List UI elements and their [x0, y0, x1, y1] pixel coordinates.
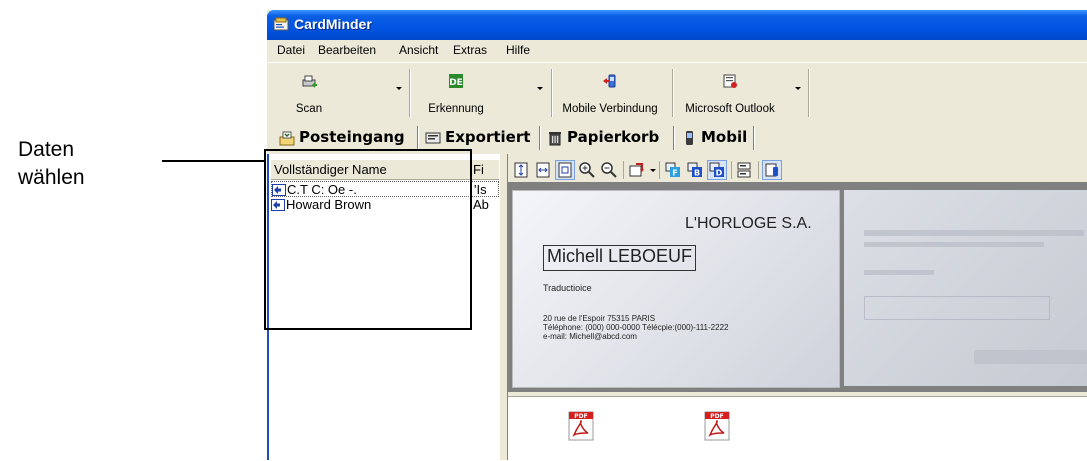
card-back-text-blur	[974, 350, 1087, 364]
tab-separator	[417, 126, 419, 150]
tab-bar: Posteingang Exportiert Papierkorb Mobil	[267, 122, 1087, 154]
menu-extras[interactable]: Extras	[453, 43, 487, 57]
microsoft-outlook-button[interactable]: Microsoft Outlook	[675, 67, 785, 119]
card-person-name: Michell LEBOEUF	[543, 245, 697, 271]
mobile-connection-button[interactable]: Mobile Verbindung	[555, 67, 665, 119]
list-row[interactable]: Howard Brown Ab	[271, 197, 499, 213]
card-email: e-mail: Michell@abcd.com	[543, 332, 637, 341]
card-front-image: L'HORLOGE S.A. Michell LEBOEUF Traductio…	[512, 190, 840, 388]
rotate-icon[interactable]	[628, 161, 646, 179]
trash-icon	[549, 132, 561, 146]
svg-text:PDF: PDF	[574, 413, 587, 420]
scan-button[interactable]: Scan	[281, 67, 337, 119]
pdf-icon[interactable]: PDF	[568, 411, 594, 441]
show-back-icon[interactable]: B	[686, 161, 704, 179]
tab-posteingang[interactable]: Posteingang	[275, 124, 415, 152]
card-record-icon	[271, 199, 285, 211]
cardminder-app-icon	[273, 17, 289, 31]
window-title: CardMinder	[294, 16, 372, 32]
menu-bearbeiten[interactable]: Bearbeiten	[318, 43, 376, 57]
exported-icon	[425, 132, 441, 144]
menu-datei[interactable]: Datei	[277, 43, 305, 57]
toolbar-separator	[672, 69, 674, 117]
card-company: L'HORLOGE S.A.	[685, 215, 812, 232]
annotation-pointer-line	[162, 160, 265, 162]
card-phone: Téléphone: (000) 000-0000 Télécpie:(000)…	[543, 323, 729, 332]
card-list-pane: Vollständiger Name Fi C.T C: Oe -. 'Is H…	[267, 154, 502, 460]
de-recognition-icon: DE	[449, 74, 463, 88]
card-address: 20 rue de l'Espoir 75315 PARIS	[543, 314, 656, 323]
card-back-name-box	[864, 296, 1050, 320]
toolbar: Scan DE Erkennung Mobile Verbindung Micr…	[267, 62, 1087, 123]
card-job-title: Traductioice	[543, 283, 592, 293]
view-toolbar: F B D	[508, 158, 1087, 182]
tab-separator	[753, 126, 755, 150]
zoom-out-icon[interactable]	[600, 161, 618, 179]
recognition-dropdown-arrow[interactable]	[537, 87, 543, 90]
scan-dropdown-arrow[interactable]	[396, 87, 402, 90]
mobile-icon	[686, 131, 693, 145]
list-header: Vollständiger Name Fi	[271, 160, 499, 180]
card-view-pane: F B D L'HORLOGE S.A. Michell LEBOEUF Tra…	[507, 154, 1087, 461]
svg-text:D: D	[716, 169, 723, 178]
stacked-view-icon[interactable]	[736, 161, 754, 179]
view-toolbar-separator	[659, 161, 660, 179]
toolbar-separator	[409, 69, 411, 117]
tab-exportiert[interactable]: Exportiert	[421, 124, 537, 152]
view-toolbar-separator	[731, 161, 732, 179]
svg-text:PDF: PDF	[710, 413, 723, 420]
mobile-view-icon[interactable]	[762, 160, 782, 180]
svg-text:F: F	[672, 169, 677, 178]
show-front-icon[interactable]: F	[664, 161, 682, 179]
tab-separator	[673, 126, 675, 150]
inbox-icon	[279, 131, 295, 146]
menu-hilfe[interactable]: Hilfe	[506, 43, 530, 57]
view-toolbar-separator	[758, 161, 759, 179]
mobile-phone-icon	[603, 74, 616, 88]
card-back-text-blur	[864, 242, 1044, 247]
fit-page-icon[interactable]	[555, 160, 575, 180]
column-header-first-name[interactable]: Fi	[473, 162, 484, 177]
attachments-area: PDF PDF	[508, 396, 1087, 461]
svg-text:B: B	[694, 169, 700, 178]
toolbar-separator	[551, 69, 553, 117]
card-back-image	[844, 190, 1087, 386]
fit-width-icon[interactable]	[534, 161, 552, 179]
card-record-icon	[272, 184, 286, 196]
app-window: CardMinder Datei Bearbeiten Ansicht Extr…	[267, 10, 1087, 461]
column-header-full-name[interactable]: Vollständiger Name	[274, 162, 387, 177]
outlook-icon	[723, 74, 737, 88]
svg-text:DE: DE	[449, 78, 463, 88]
zoom-in-icon[interactable]	[578, 161, 596, 179]
tab-separator	[539, 126, 541, 150]
tab-papierkorb[interactable]: Papierkorb	[543, 124, 671, 152]
toolbar-separator	[808, 69, 810, 117]
menu-ansicht[interactable]: Ansicht	[399, 43, 438, 57]
recognition-button[interactable]: DE Erkennung	[417, 67, 495, 119]
rotate-dropdown-arrow[interactable]	[650, 169, 656, 172]
card-back-text-blur	[864, 230, 1084, 236]
title-bar[interactable]: CardMinder	[267, 10, 1087, 40]
card-back-text-blur	[864, 270, 934, 275]
scanner-icon	[302, 75, 317, 88]
show-double-icon[interactable]: D	[707, 160, 727, 180]
list-row[interactable]: C.T C: Oe -. 'Is	[271, 181, 499, 197]
tab-mobil[interactable]: Mobil	[677, 124, 757, 152]
card-image-viewer[interactable]: L'HORLOGE S.A. Michell LEBOEUF Traductio…	[508, 182, 1087, 392]
pdf-icon[interactable]: PDF	[704, 411, 730, 441]
view-toolbar-separator	[623, 161, 624, 179]
column-divider[interactable]	[470, 160, 471, 179]
annotation-label: Daten wählen	[18, 138, 85, 189]
fit-height-icon[interactable]	[512, 161, 530, 179]
outlook-dropdown-arrow[interactable]	[795, 87, 801, 90]
menu-bar: Datei Bearbeiten Ansicht Extras Hilfe	[267, 40, 1087, 60]
